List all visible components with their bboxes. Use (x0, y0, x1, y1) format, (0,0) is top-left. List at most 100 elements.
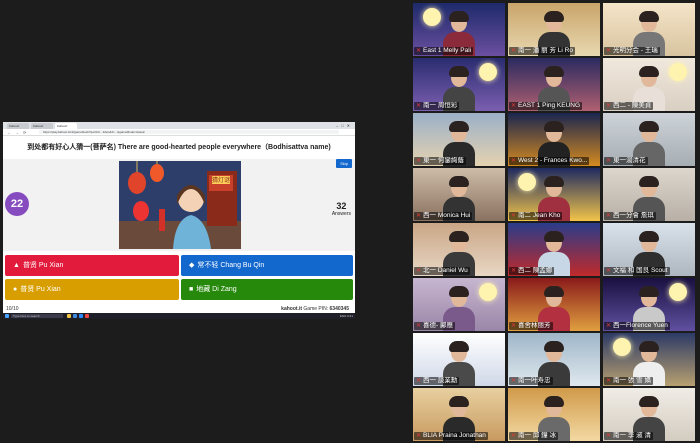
muted-mic-icon: ✕ (606, 158, 612, 164)
window-controls[interactable]: –□✕ (336, 123, 353, 128)
participant-tile[interactable]: ✕ 西一 Monica Hui (413, 168, 505, 221)
participant-tile[interactable]: ✕ 文福 和 国良 Scout (603, 223, 695, 276)
participant-name-label: ✕ 南一 邱 鐘 冰 (509, 432, 558, 440)
question-stage: 22 Skip 32 Answers 猜灯谜 (3, 159, 355, 251)
participant-hair (449, 11, 469, 22)
participant-hair (544, 66, 564, 77)
muted-mic-icon: ✕ (416, 433, 422, 439)
file-explorer-icon[interactable] (67, 314, 71, 318)
participant-tile[interactable]: ✕ East 1 Melly Pali (413, 3, 505, 56)
participant-name-label: ✕ 西一 Monica Hui (414, 212, 473, 220)
edge-icon[interactable] (73, 314, 77, 318)
participant-tile[interactable]: ✕ 北一 Daniel Wu (413, 223, 505, 276)
game-pin-label: Game PIN: (303, 306, 329, 312)
muted-mic-icon: ✕ (416, 268, 422, 274)
participant-tile[interactable]: ✕ 喜德- 鄺應 (413, 278, 505, 331)
participant-name: 東一 何鑾絢蔭 (423, 157, 464, 164)
participant-tile[interactable]: ✕ 南一 邱 鐘 冰 (508, 388, 600, 441)
participant-name: 南一 邱 鐘 冰 (518, 432, 556, 439)
square-icon: ■ (189, 286, 194, 293)
zoom-icon[interactable] (79, 314, 83, 318)
participant-tile[interactable]: ✕ 西二 - 陳美貞 (603, 58, 695, 111)
participant-tile[interactable]: ✕ BLIA Praina Jonathan (413, 388, 505, 441)
muted-mic-icon: ✕ (511, 48, 517, 54)
url-field[interactable]: https://play.kahoot.it/v2/gameblock?quiz… (39, 130, 339, 134)
game-pin-info: kahoot.it Game PIN: 6340345 (281, 306, 349, 312)
moon-decoration (613, 338, 631, 356)
system-tray: ENG 9:41 (339, 314, 353, 318)
participant-name-label: ✕ BLIA Praina Jonathan (414, 432, 488, 440)
participant-name-label: ✕ 西一Florence Yuen (604, 322, 670, 330)
participant-name-label: ✕ 東一湯清花 (604, 157, 648, 165)
muted-mic-icon: ✕ (511, 103, 517, 109)
muted-mic-icon: ✕ (416, 378, 422, 384)
participant-name-label: ✕ 南一 張 雪 嬌 (604, 377, 653, 385)
answer-text: 普贤 Pu Xian (22, 262, 64, 269)
participant-name: 南一 潘 丽 芳 Li Ro (518, 47, 573, 54)
answer-text: 常不轻 Chang Bu Qin (197, 262, 265, 269)
muted-mic-icon: ✕ (416, 323, 422, 329)
participant-hair (639, 121, 659, 132)
participant-name: 文福 和 国良 Scout (613, 267, 668, 274)
participant-name: 光明分会 - 王瑞 (613, 47, 658, 54)
participant-hair (449, 341, 469, 352)
question-title: 到处都有好心人猜一(菩萨名) There are good-hearted pe… (3, 137, 355, 159)
participant-name-label: ✕ 文福 和 国良 Scout (604, 267, 670, 275)
participant-tile[interactable]: ✕ 西一Florence Yuen (603, 278, 695, 331)
participant-tile[interactable]: ✕ 東一湯清花 (603, 113, 695, 166)
back-icon[interactable]: ← (7, 130, 11, 135)
participant-tile[interactable]: ✕ 南一 張 雪 嬌 (603, 333, 695, 386)
participant-tile[interactable]: ✕ 喜舍林丽芳 (508, 278, 600, 331)
participant-name: East 1 Melly Pali (423, 47, 472, 54)
participant-hair (544, 341, 564, 352)
participant-tile[interactable]: ✕ 東一 何鑾絢蔭 (413, 113, 505, 166)
circle-icon: ● (13, 286, 18, 293)
taskbar-search[interactable]: Type here to search (11, 314, 63, 318)
participant-hair (544, 121, 564, 132)
diamond-icon: ◆ (189, 262, 195, 269)
answer-choice-green[interactable]: ■ 地藏 Di Zang (181, 279, 353, 300)
participant-tile[interactable]: ✕ 西二 陳孟娜 (508, 223, 600, 276)
participant-name: 西二 陳孟娜 (518, 267, 553, 274)
participant-tile[interactable]: ✕ 南一 潘 丽 芳 Li Ro (508, 3, 600, 56)
participant-hair (639, 231, 659, 242)
participant-name: BLIA Praina Jonathan (423, 432, 486, 439)
kahoot-footer: 10/10 kahoot.it Game PIN: 6340345 (3, 304, 355, 313)
participant-tile[interactable]: ✕ 南一叶寿忠 (508, 333, 600, 386)
illustration-sign-text: 猜灯谜 (212, 176, 230, 184)
participant-tile[interactable]: ✕ 西一 談業勳 (413, 333, 505, 386)
answer-choice-red[interactable]: ▲ 普贤 Pu Xian (5, 255, 179, 276)
moon-decoration (423, 8, 441, 26)
participant-tile[interactable]: ✕ 南二 Jean Kho (508, 168, 600, 221)
participant-tile[interactable]: ✕ West 2 - Frances Kwo... (508, 113, 600, 166)
participant-hair (449, 396, 469, 407)
skip-button[interactable]: Skip (336, 159, 352, 168)
answers-count-label: Answers (331, 211, 351, 217)
chrome-icon[interactable] (85, 314, 89, 318)
participant-tile[interactable]: ✕ EAST 1 Ping KEUNG (508, 58, 600, 111)
participant-hair (639, 176, 659, 187)
reload-icon[interactable]: ⟳ (23, 130, 26, 135)
participant-name-label: ✕ EAST 1 Ping KEUNG (509, 102, 583, 110)
answer-choice-yellow[interactable]: ● 普贤 Pu Xian (5, 279, 179, 300)
participant-hair (639, 396, 659, 407)
participant-name-label: ✕ 光明分会 - 王瑞 (604, 47, 660, 55)
participant-tile[interactable]: ✕ 南一 李 淑 清 (603, 388, 695, 441)
muted-mic-icon: ✕ (511, 268, 517, 274)
forward-icon[interactable]: → (15, 130, 19, 135)
participant-tile[interactable]: ✕ 南一 周恒彩 (413, 58, 505, 111)
participant-tile[interactable]: ✕ 光明分会 - 王瑞 (603, 3, 695, 56)
participant-hair (639, 341, 659, 352)
participant-hair (449, 66, 469, 77)
participant-tile[interactable]: ✕ 西一分會 詹琪 (603, 168, 695, 221)
participant-hair (639, 66, 659, 77)
participant-name-label: ✕ 南一 周恒彩 (414, 102, 460, 110)
participant-name-label: ✕ 東一 何鑾絢蔭 (414, 157, 466, 165)
muted-mic-icon: ✕ (416, 213, 422, 219)
participant-name-label: ✕ 西一分會 詹琪 (604, 212, 656, 220)
answer-choice-blue[interactable]: ◆ 常不轻 Chang Bu Qin (181, 255, 353, 276)
windows-start-icon[interactable] (5, 314, 9, 318)
moon-decoration (518, 173, 536, 191)
participant-name-label: ✕ 喜德- 鄺應 (414, 322, 456, 330)
participant-name: 西一 Monica Hui (423, 212, 471, 219)
